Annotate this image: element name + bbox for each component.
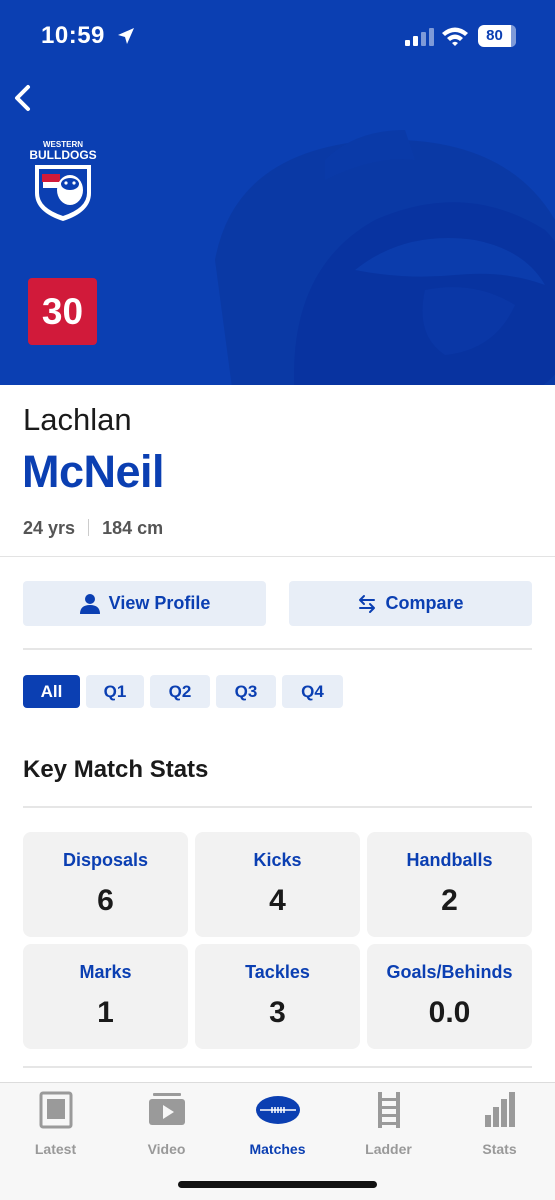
stat-value: 4 bbox=[269, 884, 286, 917]
stat-label: Disposals bbox=[62, 850, 149, 870]
stat-card-marks: Marks 1 bbox=[23, 944, 188, 1049]
tab-all[interactable]: All bbox=[23, 675, 80, 708]
user-icon bbox=[79, 593, 100, 614]
ladder-icon bbox=[377, 1092, 400, 1128]
nav-matches[interactable]: Matches bbox=[222, 1091, 333, 1159]
view-profile-label: View Profile bbox=[108, 593, 211, 613]
tab-q1[interactable]: Q1 bbox=[86, 675, 144, 708]
player-hero-header: 10:59 80 WESTERN BULLDOGS 30 bbox=[0, 0, 555, 385]
swap-arrows-icon bbox=[359, 594, 376, 613]
stat-card-kicks: Kicks 4 bbox=[195, 832, 360, 937]
stat-value: 0.0 bbox=[428, 996, 471, 1029]
cellular-signal-icon bbox=[405, 28, 434, 46]
battery-level: 80 bbox=[486, 27, 503, 44]
stat-card-tackles: Tackles 3 bbox=[195, 944, 360, 1049]
wifi-icon bbox=[442, 27, 468, 46]
western-bulldogs-logo: WESTERN BULLDOGS bbox=[29, 140, 97, 221]
stat-label: Marks bbox=[79, 962, 132, 982]
key-match-stats-title: Key Match Stats bbox=[23, 756, 209, 783]
nav-ladder[interactable]: Ladder bbox=[333, 1091, 444, 1159]
status-bar: 10:59 80 bbox=[0, 0, 555, 72]
stat-label: Tackles bbox=[245, 962, 310, 982]
player-meta: 24 yrs 184 cm bbox=[23, 518, 163, 539]
stat-value: 2 bbox=[441, 884, 458, 917]
nav-label: Ladder bbox=[365, 1141, 412, 1157]
meta-divider bbox=[88, 519, 90, 536]
nav-latest[interactable]: Latest bbox=[0, 1091, 111, 1159]
stat-label: Goals/Behinds bbox=[386, 962, 513, 982]
status-time: 10:59 bbox=[41, 22, 105, 49]
logo-text-main: BULLDOGS bbox=[29, 148, 96, 162]
location-arrow-icon bbox=[118, 28, 134, 44]
compare-button[interactable]: Compare bbox=[289, 581, 532, 626]
stat-card-handballs: Handballs 2 bbox=[367, 832, 532, 937]
tab-q3[interactable]: Q3 bbox=[216, 675, 276, 708]
tab-q4[interactable]: Q4 bbox=[282, 675, 343, 708]
nav-label: Video bbox=[147, 1141, 186, 1157]
nav-stats[interactable]: Stats bbox=[444, 1091, 555, 1159]
section-divider bbox=[0, 556, 555, 557]
football-icon bbox=[255, 1096, 300, 1124]
stat-value: 3 bbox=[269, 996, 286, 1029]
stat-card-disposals: Disposals 6 bbox=[23, 832, 188, 937]
stat-card-goals-behinds: Goals/Behinds 0.0 bbox=[367, 944, 532, 1049]
compare-label: Compare bbox=[385, 593, 464, 613]
stat-label: Kicks bbox=[253, 850, 302, 870]
player-last-name: McNeil bbox=[22, 446, 165, 497]
nav-label: Matches bbox=[249, 1141, 306, 1157]
jumper-number-badge: 30 bbox=[28, 278, 97, 345]
chevron-left-icon[interactable] bbox=[10, 82, 38, 114]
player-height: 184 cm bbox=[102, 518, 164, 538]
stat-label: Handballs bbox=[406, 850, 493, 870]
nav-label: Stats bbox=[482, 1141, 517, 1157]
battery-indicator: 80 bbox=[478, 25, 516, 47]
video-icon bbox=[148, 1093, 185, 1125]
home-indicator bbox=[178, 1181, 377, 1188]
stats-title-divider bbox=[23, 806, 532, 808]
nav-video[interactable]: Video bbox=[111, 1091, 222, 1159]
stats-bottom-divider bbox=[23, 1066, 532, 1068]
player-age: 24 yrs bbox=[23, 518, 76, 538]
nav-label: Latest bbox=[34, 1141, 77, 1157]
stat-value: 6 bbox=[97, 884, 114, 917]
tab-q2[interactable]: Q2 bbox=[150, 675, 210, 708]
view-profile-button[interactable]: View Profile bbox=[23, 581, 266, 626]
buttons-divider bbox=[23, 648, 532, 650]
bar-chart-icon bbox=[484, 1092, 515, 1127]
news-icon bbox=[39, 1091, 72, 1129]
player-first-name: Lachlan bbox=[23, 402, 132, 437]
stat-value: 1 bbox=[97, 996, 114, 1029]
bulldog-watermark-icon bbox=[215, 130, 555, 385]
